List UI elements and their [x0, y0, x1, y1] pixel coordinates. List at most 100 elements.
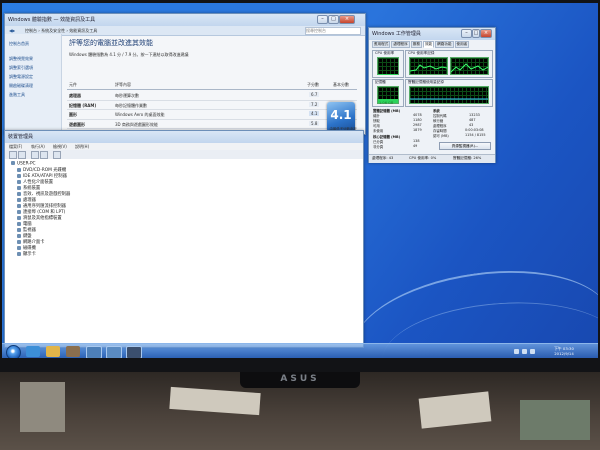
sys-value-2: 43	[469, 123, 474, 127]
task-manager-statusbar: 處理程序: 43 CPU 使用率: 0% 實體記憶體: 26%	[369, 154, 495, 163]
nav-item-5[interactable]: 進階工具	[9, 90, 61, 99]
clock[interactable]: 下午 03:30 2012/9/14	[547, 346, 581, 358]
row-component: 遊戲圖形	[69, 121, 85, 127]
cpu-history-box: CPU 使用率記錄	[405, 50, 493, 78]
device-icon	[17, 221, 21, 226]
header-component: 元件	[69, 82, 77, 87]
scan-hardware-icon[interactable]	[53, 151, 61, 159]
sys-value-0: 13233	[469, 113, 480, 117]
start-button[interactable]	[6, 345, 21, 358]
header-basescore: 基本分數	[333, 82, 349, 87]
minimize-button[interactable]: –	[317, 15, 328, 24]
device-manager-title: 裝置管理員	[8, 134, 34, 140]
memory-value: 1.06 GB	[379, 101, 394, 105]
volume-icon[interactable]	[530, 349, 535, 354]
back-icon[interactable]	[9, 151, 17, 159]
forward-icon[interactable]	[18, 151, 26, 159]
back-icon[interactable]: ◀▶	[9, 28, 15, 33]
cpu-history-graph-2	[450, 57, 489, 75]
desktop[interactable]: Windows 體驗指數 — 效能資訊及工具 – □ × ◀▶ 控制台 › 系統…	[2, 3, 598, 358]
tree-root[interactable]: USER-PC	[11, 161, 36, 167]
device-icon	[17, 173, 21, 178]
row-component: 圖形	[69, 112, 77, 117]
sys-label-4: 認可 (MB)	[433, 134, 449, 138]
nav-item-2[interactable]: 調整索引選項	[9, 63, 61, 72]
memory-label: 記憶體	[375, 80, 386, 84]
tab-users[interactable]: 使用者	[454, 41, 470, 48]
task-manager-window[interactable]: Windows 工作管理員 – □ × 應用程式 處理程序 服務 效能 網路功能 使用者 …	[368, 27, 496, 163]
status-cpu: CPU 使用率: 0%	[409, 156, 437, 160]
taskbar: 下午 03:30 2012/9/14	[2, 343, 598, 358]
maximize-button[interactable]: □	[328, 15, 339, 24]
computer-icon	[11, 161, 15, 165]
minimize-button[interactable]: –	[461, 29, 472, 38]
flag-icon[interactable]	[514, 349, 519, 354]
close-button[interactable]: ×	[339, 15, 355, 24]
resource-monitor-button[interactable]: 資源監視器(R)...	[439, 142, 491, 150]
performance-nav-pane: 控制台首頁 調整視覺效果 調整索引選項 調整電源設定 開啟磁碟清理 進階工具	[5, 34, 62, 134]
device-icon	[17, 239, 21, 244]
maximize-button[interactable]: □	[472, 29, 480, 38]
device-tree[interactable]: USER-PC DVD/CD-ROM 光碟機 IDE ATA/ATAPI 控制器…	[5, 159, 363, 347]
pm-value-1: 1180	[413, 118, 422, 122]
close-button[interactable]: ×	[480, 29, 492, 38]
device-manager-titlebar[interactable]: 裝置管理員	[5, 131, 363, 143]
row-component: 記憶體 (RAM)	[69, 102, 97, 108]
row-score: 6.7	[309, 92, 320, 97]
km-value-1: 49	[413, 144, 418, 148]
help-icon[interactable]	[40, 151, 48, 159]
nav-item-4[interactable]: 開啟磁碟清理	[9, 81, 61, 90]
task-manager-titlebar[interactable]: Windows 工作管理員 – □ ×	[369, 28, 495, 40]
taskbar-app-taskmgr[interactable]	[126, 346, 142, 358]
clock-date: 2012/9/14	[554, 351, 574, 356]
row-score: 5.8	[309, 120, 320, 126]
memory-history-graph	[409, 86, 489, 104]
row-component: 處理器	[69, 93, 81, 98]
nav-item-0[interactable]: 控制台首頁	[9, 39, 61, 48]
device-manager-window[interactable]: 裝置管理員 檔案(F) 執行(A) 檢視(V) 說明(H) USER-PC DV…	[4, 130, 364, 348]
cpu-usage-box: CPU 使用率	[372, 50, 404, 78]
table-row: 遊戲圖形 3D 商務與遊戲圖形效能 5.8	[67, 120, 357, 129]
desk-box	[20, 382, 65, 432]
row-desc: 每秒記憶體作業數	[115, 102, 147, 108]
cpu-history-label: CPU 使用率記錄	[408, 51, 435, 55]
tab-services[interactable]: 服務	[410, 41, 422, 48]
cpu-usage-meter	[377, 57, 399, 75]
memory-box: 記憶體 1.06 GB	[372, 79, 404, 107]
device-icon	[17, 215, 21, 220]
cpu-usage-label: CPU 使用率	[375, 51, 395, 55]
device-icon	[17, 245, 21, 250]
score-table-header: 元件 評等內容 子分數 基本分數	[67, 80, 357, 90]
performance-window[interactable]: Windows 體驗指數 — 效能資訊及工具 – □ × ◀▶ 控制台 › 系統…	[4, 13, 366, 139]
km-label-1: 非分頁	[373, 145, 384, 149]
row-score: 7.2	[309, 101, 320, 107]
tab-performance[interactable]: 效能	[422, 41, 435, 48]
tree-label: 顯示卡	[23, 252, 36, 257]
search-input[interactable]: 搜尋控制台	[305, 27, 361, 35]
device-icon	[17, 167, 21, 172]
taskbar-app-perf[interactable]	[106, 346, 122, 358]
nav-item-3[interactable]: 調整電源設定	[9, 72, 61, 81]
table-row: 記憶體 (RAM) 每秒記憶體作業數 7.2	[67, 101, 357, 110]
km-value-0: 138	[413, 139, 420, 143]
device-icon	[17, 179, 21, 184]
device-icon	[17, 191, 21, 196]
page-description: Windows 體驗指數為 4.1 分 / 7.9 分。按一下連結以取得改進建議	[69, 52, 189, 57]
taskbar-app-devmgr[interactable]	[86, 346, 102, 358]
nav-item-1[interactable]: 調整視覺效果	[9, 54, 61, 63]
ie-icon[interactable]	[26, 346, 40, 357]
media-player-icon[interactable]	[66, 346, 80, 357]
network-icon[interactable]	[522, 349, 527, 354]
device-icon	[17, 185, 21, 190]
properties-icon[interactable]	[31, 151, 39, 159]
explorer-icon[interactable]	[46, 346, 60, 357]
cpu-history-graph-1	[409, 57, 448, 75]
tree-label: USER-PC	[17, 161, 36, 167]
tree-item[interactable]: 顯示卡	[17, 251, 36, 257]
task-manager-tabs: 應用程式 處理程序 服務 效能 網路功能 使用者	[372, 41, 492, 48]
tab-applications[interactable]: 應用程式	[372, 41, 391, 48]
performance-titlebar[interactable]: Windows 體驗指數 — 效能資訊及工具 – □ ×	[5, 14, 365, 26]
tab-networking[interactable]: 網路功能	[435, 41, 454, 48]
tab-processes[interactable]: 處理程序	[391, 41, 410, 48]
status-processes: 處理程序: 43	[372, 156, 394, 160]
